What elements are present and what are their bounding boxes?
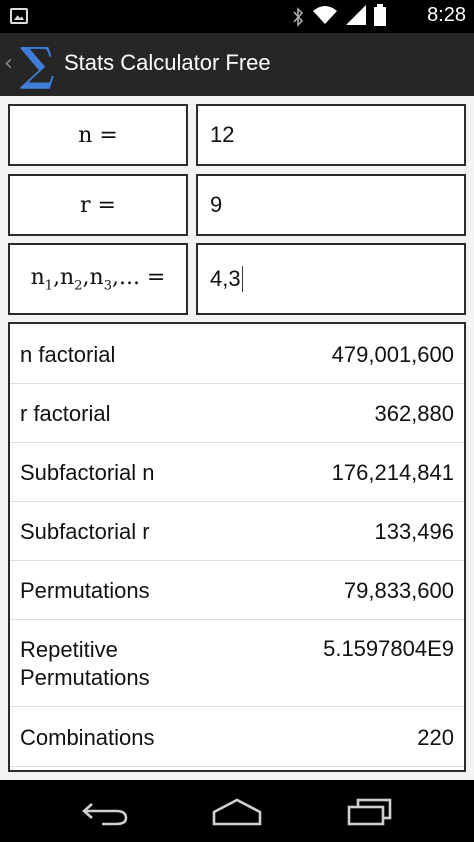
nav-home-icon[interactable] (210, 798, 264, 830)
status-icons (292, 4, 386, 30)
result-label: Subfactorial r (20, 519, 150, 544)
back-chevron-icon[interactable]: ‹ (4, 51, 13, 76)
list-input[interactable]: 4,3 (196, 243, 466, 315)
result-label: n factorial (20, 342, 116, 367)
result-label-line2: Permutations (20, 665, 150, 690)
nav-recent-apps-icon[interactable] (346, 798, 394, 830)
bluetooth-icon (292, 7, 304, 27)
result-value: 5.1597804E9 (323, 636, 454, 661)
list-label-text: n1,n2,n3,... = (30, 264, 166, 294)
status-bar: 8:28 (0, 0, 474, 33)
result-label: Repetitive Permutations (20, 636, 150, 692)
result-row-repetitive-permutations: Repetitive Permutations 5.1597804E9 (10, 620, 464, 707)
n-label: n = (8, 104, 188, 166)
wifi-icon (312, 5, 338, 29)
input-row-list: n1,n2,n3,... = 4,3 (8, 243, 466, 315)
result-value: 79,833,600 (343, 578, 454, 603)
text-cursor (241, 266, 243, 292)
result-value: 133,496 (374, 519, 454, 544)
result-label: Combinations (20, 725, 155, 750)
signal-icon (346, 5, 366, 29)
app-title: Stats Calculator Free (64, 50, 271, 75)
result-value: 479,001,600 (331, 342, 454, 367)
result-label: Permutations (20, 578, 150, 603)
image-icon (10, 8, 28, 24)
action-bar: ‹ ∑ Stats Calculator Free (0, 33, 474, 96)
navigation-bar (0, 780, 474, 842)
battery-icon (374, 4, 386, 30)
list-label: n1,n2,n3,... = (8, 243, 188, 315)
result-row-n-factorial: n factorial 479,001,600 (10, 324, 464, 384)
result-value: 220 (417, 725, 454, 750)
result-row-permutations: Permutations 79,833,600 (10, 561, 464, 620)
result-label: r factorial (20, 401, 111, 426)
n-input[interactable]: 12 (196, 104, 466, 166)
result-row-subfactorial-r: Subfactorial r 133,496 (10, 502, 464, 561)
result-label: Subfactorial n (20, 460, 155, 485)
result-row-r-factorial: r factorial 362,880 (10, 384, 464, 443)
r-input[interactable]: 9 (196, 174, 466, 236)
result-value: 362,880 (374, 401, 454, 426)
result-row-combinations: Combinations 220 (10, 707, 464, 767)
status-time: 8:28 (427, 4, 466, 26)
input-row-n: n = 12 (8, 104, 466, 166)
result-value: 176,214,841 (331, 460, 454, 485)
result-row-subfactorial-n: Subfactorial n 176,214,841 (10, 443, 464, 502)
nav-back-icon[interactable] (80, 798, 130, 830)
result-label-line1: Repetitive (20, 637, 118, 662)
input-row-r: r = 9 (8, 174, 466, 236)
app-logo-sigma-icon[interactable]: ∑ (20, 37, 55, 91)
list-input-value: 4,3 (210, 266, 241, 291)
r-label: r = (8, 174, 188, 236)
results-table: n factorial 479,001,600 r factorial 362,… (8, 322, 466, 772)
